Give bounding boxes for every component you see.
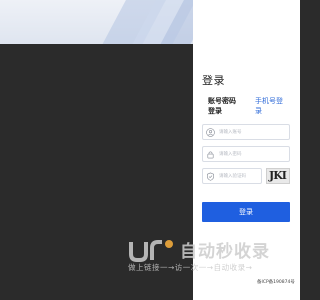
top-banner-image bbox=[0, 0, 193, 44]
captcha-placeholder: 请输入验证码 bbox=[219, 174, 246, 179]
password-field[interactable]: 请输入密码 bbox=[202, 146, 290, 162]
watermark-subtitle: 做上链接一→访一次一→自动收录→ bbox=[128, 263, 253, 272]
captcha-text: JKI bbox=[269, 169, 287, 182]
footer-icp-note[interactable]: 备ICP备190874号 bbox=[257, 279, 295, 285]
tab-account-password[interactable]: 账号密码登录 bbox=[208, 96, 242, 116]
watermark: 自动秒收录 做上链接一→访一次一→自动收录→ bbox=[128, 236, 288, 276]
shield-icon bbox=[207, 172, 214, 181]
username-placeholder: 请输入账号 bbox=[219, 130, 242, 135]
tab-phone[interactable]: 手机号登录 bbox=[255, 96, 289, 116]
login-button[interactable]: 登录 bbox=[202, 202, 290, 222]
lock-icon bbox=[207, 151, 214, 159]
password-placeholder: 请输入密码 bbox=[219, 152, 242, 157]
user-icon bbox=[206, 128, 215, 137]
login-title: 登录 bbox=[202, 75, 225, 87]
captcha-image[interactable]: JKI bbox=[266, 168, 290, 184]
captcha-field[interactable]: 请输入验证码 bbox=[202, 168, 262, 184]
watermark-title: 自动秒收录 bbox=[180, 242, 270, 262]
username-field[interactable]: 请输入账号 bbox=[202, 124, 290, 140]
